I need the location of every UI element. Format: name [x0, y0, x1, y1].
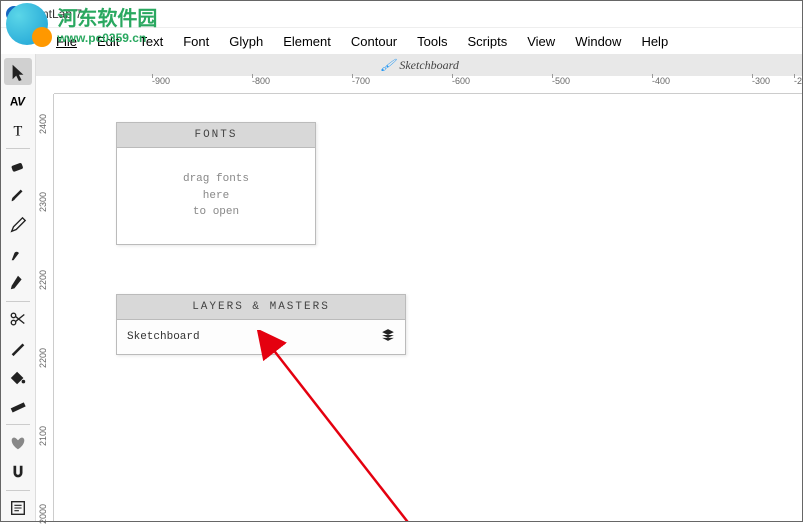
annotation-arrow [254, 330, 454, 522]
app-title: FontLab 7 [28, 7, 82, 21]
ruler-tick: 2300 [38, 192, 48, 212]
ruler-horizontal: -900 -800 -700 -600 -500 -400 -300 -200 [54, 76, 803, 94]
magnet-icon[interactable] [4, 459, 32, 486]
ruler-tick: -300 [752, 76, 770, 86]
pointer-icon[interactable] [4, 58, 32, 85]
drop-hint-line: here [203, 188, 229, 205]
ruler-tick: 2400 [38, 114, 48, 134]
menu-text[interactable]: Text [129, 30, 173, 53]
menu-bar: FileEditTextFontGlyphElementContourTools… [0, 28, 803, 54]
knife-icon[interactable] [4, 335, 32, 362]
note-icon[interactable] [4, 495, 32, 522]
canvas[interactable]: FONTS drag fonts here to open LAYERS & M… [54, 94, 803, 522]
menu-window[interactable]: Window [565, 30, 631, 53]
tab-sketchboard[interactable]: 🖌 Sketchboard [380, 58, 459, 73]
drop-hint-line: to open [193, 204, 239, 221]
ruler-tick: -700 [352, 76, 370, 86]
ruler-tick: -400 [652, 76, 670, 86]
title-bar: F FontLab 7 [0, 0, 803, 28]
ruler-tick: 2200 [38, 270, 48, 290]
ruler-tick: -600 [452, 76, 470, 86]
menu-view[interactable]: View [517, 30, 565, 53]
rapid-icon[interactable] [4, 240, 32, 267]
ruler-tick: -800 [252, 76, 270, 86]
ruler-tick: 2100 [38, 426, 48, 446]
tab-bar: 🖌 Sketchboard [36, 54, 803, 76]
fonts-panel-body[interactable]: drag fonts here to open [117, 148, 315, 244]
pencil-icon[interactable] [4, 211, 32, 238]
kerning-icon[interactable]: AV [4, 87, 32, 114]
svg-text:T: T [13, 123, 22, 139]
heart-icon[interactable] [4, 429, 32, 456]
menu-element[interactable]: Element [273, 30, 341, 53]
tab-label: Sketchboard [399, 58, 459, 73]
ruler-tick: -500 [552, 76, 570, 86]
layers-panel-title: LAYERS & MASTERS [117, 295, 405, 320]
menu-tools[interactable]: Tools [407, 30, 457, 53]
menu-glyph[interactable]: Glyph [219, 30, 273, 53]
ruler-vertical: 2400 2300 2200 2200 2100 2000 [36, 94, 54, 522]
pen-icon[interactable] [4, 269, 32, 296]
app-icon: F [6, 6, 22, 22]
layer-name: Sketchboard [127, 331, 200, 343]
menu-file[interactable]: File [46, 30, 87, 53]
menu-help[interactable]: Help [631, 30, 678, 53]
ruler-tick: -900 [152, 76, 170, 86]
layers-panel[interactable]: LAYERS & MASTERS Sketchboard [116, 294, 406, 355]
menu-edit[interactable]: Edit [87, 30, 129, 53]
brush-tab-icon: 🖌 [380, 58, 395, 73]
left-toolbar: AV T [0, 54, 36, 522]
ruler-icon[interactable] [4, 393, 32, 420]
ruler-tick: -200 [794, 76, 803, 86]
drop-hint-line: drag fonts [183, 171, 249, 188]
ruler-tick: 2200 [38, 348, 48, 368]
brush-icon[interactable] [4, 182, 32, 209]
menu-contour[interactable]: Contour [341, 30, 407, 53]
layers-stack-icon[interactable] [381, 328, 395, 346]
ruler-tick: 2000 [38, 504, 48, 524]
fonts-panel-title: FONTS [117, 123, 315, 148]
text-icon[interactable]: T [4, 116, 32, 143]
fonts-panel[interactable]: FONTS drag fonts here to open [116, 122, 316, 245]
svg-text:V: V [17, 95, 26, 108]
menu-scripts[interactable]: Scripts [458, 30, 518, 53]
layer-row-sketchboard[interactable]: Sketchboard [117, 320, 405, 354]
eraser-icon[interactable] [4, 153, 32, 180]
fill-icon[interactable] [4, 364, 32, 391]
menu-font[interactable]: Font [173, 30, 219, 53]
scissors-icon[interactable] [4, 306, 32, 333]
